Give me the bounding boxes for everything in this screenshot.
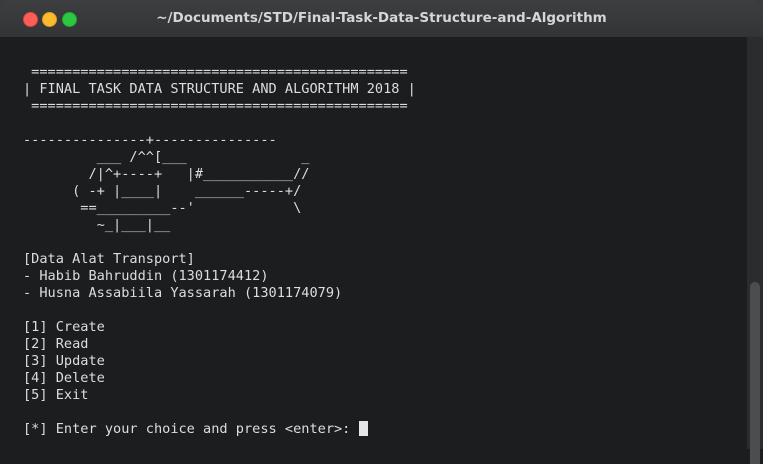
terminal-line: [5] Exit bbox=[23, 387, 89, 403]
terminal-window: ~/Documents/STD/Final-Task-Data-Structur… bbox=[0, 0, 763, 464]
prompt-line[interactable]: [*] Enter your choice and press <enter>: bbox=[23, 421, 416, 438]
terminal-line: ___ /^^[___ _ bbox=[23, 149, 310, 165]
terminal-output: ========================================… bbox=[23, 47, 416, 438]
terminal-line: - Husna Assabiila Yassarah (1301174079) bbox=[23, 285, 343, 301]
scrollbar-track[interactable] bbox=[747, 37, 763, 464]
terminal-line: [Data Alat Transport] bbox=[23, 251, 195, 267]
terminal-line: ========================================… bbox=[23, 98, 408, 114]
window-title: ~/Documents/STD/Final-Task-Data-Structur… bbox=[156, 10, 607, 26]
terminal-line: [1] Create bbox=[23, 319, 105, 335]
terminal-line: ==_________--' \ bbox=[23, 200, 302, 216]
terminal-line: ( -+ |____| ______-----+/ bbox=[23, 183, 302, 199]
terminal-line: /|^+----+ |#___________// bbox=[23, 166, 310, 182]
terminal-line: ~_|___|__ bbox=[23, 217, 171, 233]
scrollbar-thumb[interactable] bbox=[750, 282, 760, 464]
terminal-line: ---------------+--------------- bbox=[23, 132, 277, 148]
title-bar: ~/Documents/STD/Final-Task-Data-Structur… bbox=[0, 0, 763, 37]
terminal-line: | FINAL TASK DATA STRUCTURE AND ALGORITH… bbox=[23, 81, 416, 97]
prompt-text: [*] Enter your choice and press <enter>: bbox=[23, 421, 359, 437]
terminal-line: [2] Read bbox=[23, 336, 89, 352]
terminal-line: ========================================… bbox=[23, 64, 408, 80]
terminal-line: [4] Delete bbox=[23, 370, 105, 386]
text-cursor bbox=[358, 421, 368, 436]
terminal-line: [3] Update bbox=[23, 353, 105, 369]
terminal-line: - Habib Bahruddin (1301174412) bbox=[23, 268, 269, 284]
